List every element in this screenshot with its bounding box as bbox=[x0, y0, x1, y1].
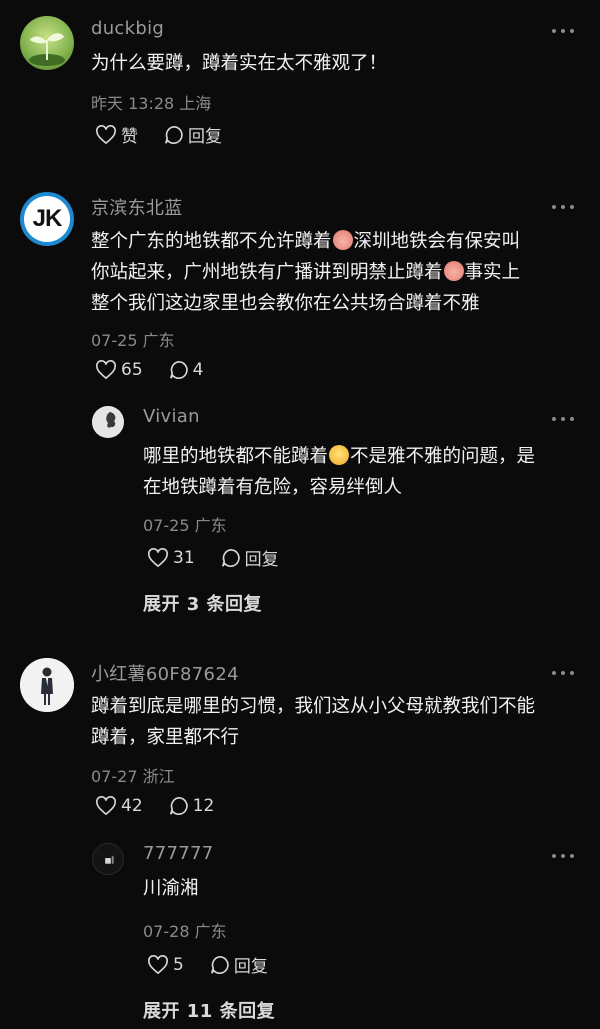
avatar[interactable]: JK bbox=[20, 192, 74, 246]
more-options-icon[interactable] bbox=[552, 416, 574, 422]
sad-face-emoji-icon bbox=[443, 261, 464, 281]
comment-bubble-icon bbox=[210, 955, 229, 974]
sprout-icon bbox=[29, 33, 65, 66]
like-button[interactable]: 5 bbox=[147, 955, 184, 975]
dark-photo-icon bbox=[93, 844, 123, 874]
reply-label: 回复 bbox=[244, 550, 279, 570]
like-button[interactable]: 65 bbox=[95, 360, 143, 380]
more-options-icon[interactable] bbox=[552, 28, 574, 34]
reply-label: 回复 bbox=[233, 957, 268, 977]
avatar[interactable] bbox=[20, 658, 74, 712]
like-count: 31 bbox=[173, 547, 195, 568]
heart-icon bbox=[148, 547, 168, 567]
like-count: 42 bbox=[121, 796, 143, 816]
crying-face-emoji-icon bbox=[329, 445, 350, 465]
comment-actions: 42 12 bbox=[95, 796, 214, 816]
heart-icon bbox=[96, 360, 116, 380]
reply-meta: 07-25 广东 bbox=[143, 516, 227, 535]
reply-text: 哪里的地铁都不能蹲着 不是雅不雅的问题，是 在地铁蹲着有危险，容易绊倒人 bbox=[143, 445, 536, 498]
avatar-initials: JK bbox=[32, 205, 63, 232]
like-count: 5 bbox=[173, 954, 184, 975]
reply-count: 4 bbox=[192, 360, 204, 380]
heart-icon bbox=[96, 796, 116, 816]
comment-meta: 07-25 广东 bbox=[91, 331, 175, 350]
like-button[interactable]: 42 bbox=[95, 796, 143, 816]
like-button[interactable]: 31 bbox=[147, 548, 195, 568]
comment-bubble-icon bbox=[221, 548, 240, 567]
reply-button[interactable]: 回复 bbox=[210, 952, 268, 977]
comment-text: 为什么要蹲，蹲着实在太不雅观了！ bbox=[91, 53, 388, 74]
more-options-icon[interactable] bbox=[552, 204, 574, 210]
reply-meta: 07-28 广东 bbox=[143, 922, 227, 941]
reply-actions: 5 回复 bbox=[147, 952, 268, 977]
comment-bubble-icon bbox=[165, 125, 183, 144]
avatar[interactable] bbox=[20, 16, 74, 70]
heart-icon bbox=[96, 124, 116, 144]
avatar[interactable] bbox=[92, 406, 124, 438]
expand-replies-button[interactable]: 展开 11 条回复 bbox=[143, 997, 275, 1023]
comment-text: 蹲着到底是哪里的习惯，我们这从小父母就教我们不能 蹲着，家里都不行 bbox=[91, 696, 536, 748]
reply-count: 12 bbox=[192, 796, 215, 816]
like-button[interactable]: 赞 bbox=[95, 122, 138, 147]
username[interactable]: 京滨东北蓝 bbox=[91, 194, 183, 220]
comment-bubble-icon bbox=[169, 360, 188, 379]
comment-meta: 07-27 浙江 bbox=[91, 767, 175, 786]
reply-button[interactable]: 12 bbox=[169, 796, 215, 816]
avatar[interactable] bbox=[92, 843, 124, 875]
reply-button[interactable]: 4 bbox=[169, 360, 204, 380]
username[interactable]: 小红薯60F87624 bbox=[91, 660, 239, 686]
person-silhouette-icon bbox=[92, 406, 124, 438]
more-options-icon[interactable] bbox=[552, 670, 574, 676]
standing-man-icon bbox=[20, 658, 74, 712]
like-label: 赞 bbox=[121, 127, 138, 147]
comment-actions: 65 4 bbox=[95, 360, 203, 380]
like-count: 65 bbox=[121, 360, 143, 380]
heart-icon bbox=[148, 954, 168, 974]
expand-replies-button[interactable]: 展开 3 条回复 bbox=[143, 590, 262, 616]
reply-button[interactable]: 回复 bbox=[164, 122, 222, 147]
username[interactable]: 777777 bbox=[143, 843, 214, 864]
comment-meta: 昨天 13:28 上海 bbox=[91, 94, 212, 113]
more-options-icon[interactable] bbox=[552, 853, 574, 859]
comment-feed: duckbig 为什么要蹲，蹲着实在太不雅观了！ 昨天 13:28 上海 赞 回… bbox=[0, 0, 600, 1029]
reply-button[interactable]: 回复 bbox=[221, 545, 279, 570]
username[interactable]: duckbig bbox=[91, 18, 164, 39]
comment-actions: 赞 回复 bbox=[95, 122, 222, 147]
sad-face-emoji-icon bbox=[332, 230, 353, 250]
comment-text: 整个广东的地铁都不允许蹲着 深圳地铁会有保安叫 你站起来，广州地铁有广播讲到明禁止… bbox=[91, 230, 521, 314]
comment-bubble-icon bbox=[169, 796, 188, 815]
reply-text: 川渝湘 bbox=[143, 878, 199, 899]
reply-label: 回复 bbox=[188, 127, 222, 147]
username[interactable]: Vivian bbox=[143, 406, 200, 427]
reply-actions: 31 回复 bbox=[147, 545, 279, 570]
